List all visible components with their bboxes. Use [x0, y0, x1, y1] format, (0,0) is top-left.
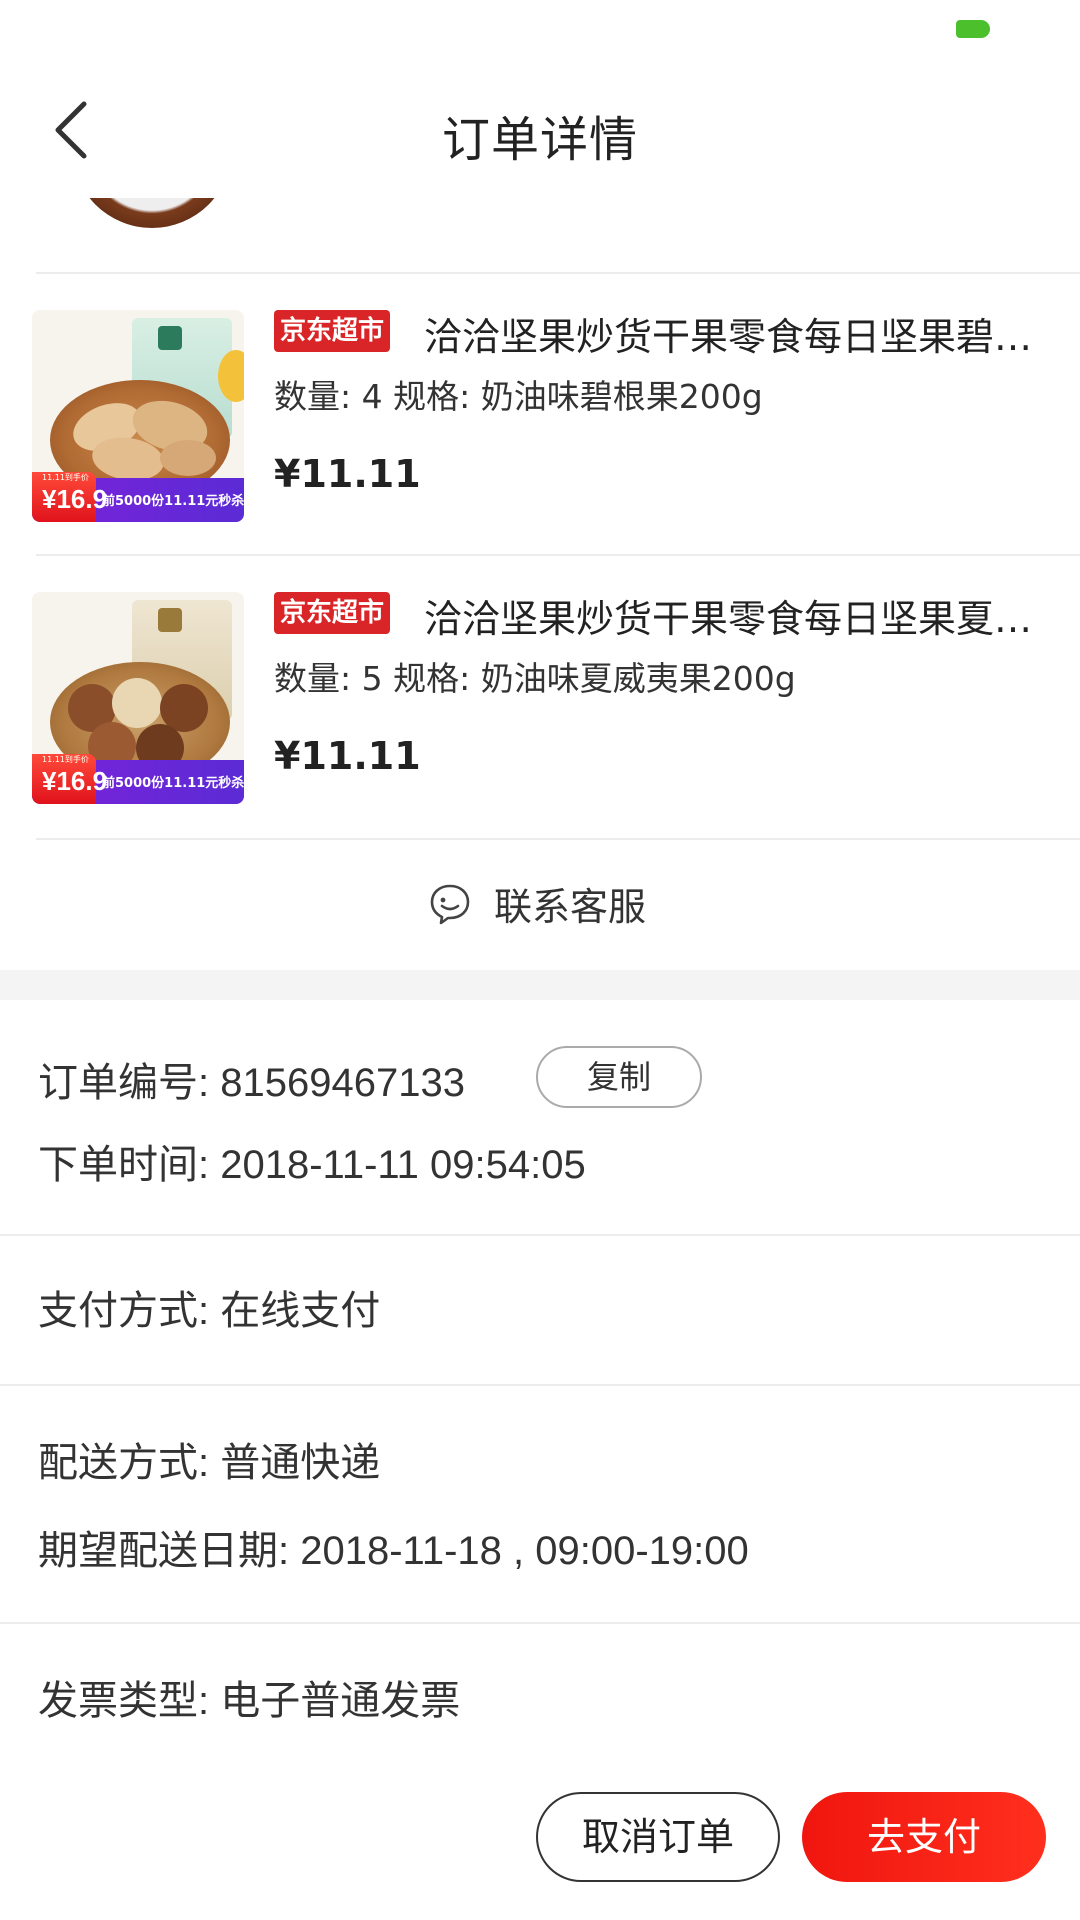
payment-method-row: 支付方式: 在线支付	[38, 1289, 381, 1333]
product-title[interactable]: 洽洽坚果炒货干果零食每日坚果碧根果	[424, 306, 1044, 361]
cancel-order-button[interactable]: 取消订单	[536, 1792, 780, 1882]
pay-button[interactable]: 去支付	[802, 1792, 1046, 1882]
divider	[0, 1234, 1080, 1236]
store-badge: 京东超市	[274, 310, 391, 352]
product-item[interactable]: 11.11到手价 ¥16.9 前5000份11.11元秒杀 京东超市 洽洽坚果炒…	[0, 274, 1080, 556]
delivery-method-row: 配送方式: 普通快递	[38, 1441, 381, 1485]
product-thumbnail	[72, 198, 232, 228]
order-time-row: 下单时间: 2018-11-11 09:54:05	[38, 1143, 586, 1187]
store-badge: 京东超市	[274, 592, 391, 634]
section-gap	[0, 970, 1080, 1000]
order-content[interactable]: 11.11到手价 ¥16.9 前5000份11.11元秒杀 京东超市 洽洽坚果炒…	[0, 198, 1080, 1754]
battery-icon	[956, 20, 990, 38]
product-spec: 数量: 5 规格: 奶油味夏威夷果200g	[274, 659, 796, 698]
bottom-action-bar: 取消订单 去支付	[0, 1754, 1080, 1920]
product-title[interactable]: 洽洽坚果炒货干果零食每日坚果夏威夷果	[424, 588, 1044, 643]
divider	[0, 1384, 1080, 1386]
product-spec: 数量: 4 规格: 奶油味碧根果200g	[274, 377, 763, 416]
product-price: ¥11.11	[274, 452, 421, 496]
order-number-row: 订单编号: 81569467133	[38, 1061, 465, 1105]
product-item[interactable]: 11.11到手价 ¥16.9 前5000份11.11元秒杀 京东超市 洽洽坚果炒…	[0, 556, 1080, 838]
partial-product-item[interactable]	[0, 198, 1080, 270]
product-thumbnail: 11.11到手价 ¥16.9 前5000份11.11元秒杀	[32, 592, 244, 804]
contact-service-button[interactable]: 联系客服	[0, 838, 1080, 968]
chat-face-icon	[430, 884, 470, 924]
invoice-type-row: 发票类型: 电子普通发票	[38, 1679, 461, 1723]
product-thumbnail: 11.11到手价 ¥16.9 前5000份11.11元秒杀	[32, 310, 244, 522]
expected-delivery-row: 期望配送日期: 2018-11-18 , 09:00-19:00	[38, 1529, 749, 1573]
order-number: 81569467133	[220, 1061, 465, 1105]
copy-button[interactable]: 复制	[536, 1046, 702, 1108]
header: 订单详情	[0, 62, 1080, 198]
status-bar	[0, 0, 1080, 62]
contact-service-label: 联系客服	[494, 885, 647, 929]
order-time: 2018-11-11 09:54:05	[220, 1143, 586, 1187]
product-price: ¥11.11	[274, 734, 421, 778]
divider	[0, 1622, 1080, 1624]
page-title: 订单详情	[441, 112, 638, 168]
